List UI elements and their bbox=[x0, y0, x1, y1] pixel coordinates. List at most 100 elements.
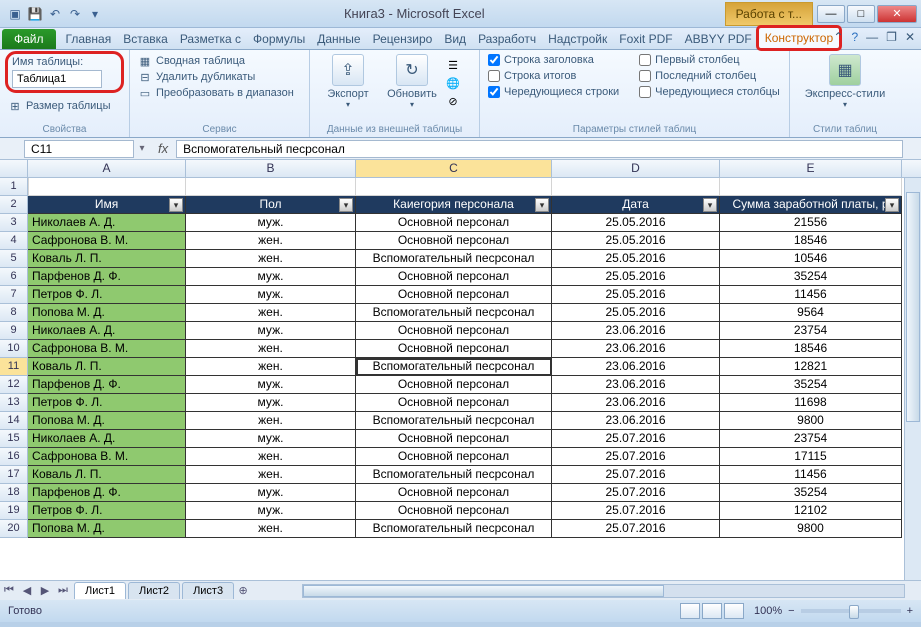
tab-Данные[interactable]: Данные bbox=[311, 29, 366, 49]
row-header-2[interactable]: 2 bbox=[0, 196, 28, 214]
zoom-in-button[interactable]: + bbox=[907, 605, 913, 617]
cell-date[interactable]: 25.05.2016 bbox=[552, 232, 720, 250]
table-header-gender[interactable]: Пол▾ bbox=[186, 196, 356, 214]
cell-gender[interactable]: жен. bbox=[186, 304, 356, 322]
cell-category[interactable]: Основной персонал bbox=[356, 340, 552, 358]
vertical-scrollbar[interactable] bbox=[904, 178, 921, 580]
tab-ABBYY PDF[interactable]: ABBYY PDF bbox=[679, 29, 758, 49]
sheet-tab-1[interactable]: Лист1 bbox=[74, 582, 126, 599]
close-button[interactable]: ✕ bbox=[877, 5, 917, 23]
cell-gender[interactable]: муж. bbox=[186, 484, 356, 502]
file-tab[interactable]: Файл bbox=[2, 29, 56, 49]
row-header-10[interactable]: 10 bbox=[0, 340, 28, 358]
cell-name[interactable]: Попова М. Д. bbox=[28, 520, 186, 538]
tab-Главная[interactable]: Главная bbox=[60, 29, 118, 49]
refresh-button[interactable]: ↻Обновить▾ bbox=[382, 54, 442, 109]
tab-Разработч[interactable]: Разработч bbox=[472, 29, 542, 49]
row-header-19[interactable]: 19 bbox=[0, 502, 28, 520]
cell-category[interactable]: Основной персонал bbox=[356, 430, 552, 448]
cell-gender[interactable]: муж. bbox=[186, 286, 356, 304]
cell-gender[interactable]: муж. bbox=[186, 376, 356, 394]
cell-date[interactable]: 23.06.2016 bbox=[552, 358, 720, 376]
filter-icon[interactable]: ▾ bbox=[169, 198, 183, 212]
cell-date[interactable]: 25.07.2016 bbox=[552, 448, 720, 466]
cell-name[interactable]: Попова М. Д. bbox=[28, 304, 186, 322]
fx-icon[interactable]: fx bbox=[158, 141, 168, 156]
cell-salary[interactable]: 21556 bbox=[720, 214, 902, 232]
row-header-13[interactable]: 13 bbox=[0, 394, 28, 412]
row-header-8[interactable]: 8 bbox=[0, 304, 28, 322]
row-header-16[interactable]: 16 bbox=[0, 448, 28, 466]
cell-date[interactable]: 25.07.2016 bbox=[552, 466, 720, 484]
cell-gender[interactable]: жен. bbox=[186, 412, 356, 430]
tab-Разметка с[interactable]: Разметка с bbox=[174, 29, 247, 49]
cell-name[interactable]: Петров Ф. Л. bbox=[28, 502, 186, 520]
total-row-checkbox[interactable]: Строка итогов bbox=[488, 70, 619, 82]
cell-salary[interactable]: 35254 bbox=[720, 376, 902, 394]
cell-gender[interactable]: муж. bbox=[186, 394, 356, 412]
save-icon[interactable]: 💾 bbox=[26, 5, 44, 23]
cell-gender[interactable]: муж. bbox=[186, 268, 356, 286]
tab-Рецензиро[interactable]: Рецензиро bbox=[367, 29, 439, 49]
unlink-icon[interactable]: ⊘ bbox=[446, 94, 460, 108]
zoom-slider[interactable] bbox=[801, 609, 901, 613]
workbook-close-icon[interactable]: ✕ bbox=[905, 30, 915, 44]
undo-icon[interactable]: ↶ bbox=[46, 5, 64, 23]
cell-name[interactable]: Парфенов Д. Ф. bbox=[28, 376, 186, 394]
cell-gender[interactable]: муж. bbox=[186, 502, 356, 520]
worksheet-grid[interactable]: A B C D E 12Имя▾Пол▾Каиегория персонала▾… bbox=[0, 160, 921, 580]
cell-salary[interactable]: 35254 bbox=[720, 484, 902, 502]
new-sheet-icon[interactable]: ⊕ bbox=[234, 584, 252, 597]
cell-gender[interactable]: жен. bbox=[186, 232, 356, 250]
row-header-18[interactable]: 18 bbox=[0, 484, 28, 502]
cell-category[interactable]: Основной персонал bbox=[356, 448, 552, 466]
filter-icon[interactable]: ▾ bbox=[535, 198, 549, 212]
cell-date[interactable]: 25.05.2016 bbox=[552, 214, 720, 232]
cell-category[interactable]: Основной персонал bbox=[356, 394, 552, 412]
cell-salary[interactable]: 9800 bbox=[720, 520, 902, 538]
sheet-nav-next-icon[interactable]: ▶ bbox=[36, 584, 54, 597]
convert-range-button[interactable]: ▭Преобразовать в диапазон bbox=[138, 86, 301, 100]
formula-bar[interactable] bbox=[176, 140, 903, 158]
minimize-ribbon-icon[interactable]: ⌃ bbox=[833, 30, 843, 44]
maximize-button[interactable]: □ bbox=[847, 5, 875, 23]
banded-rows-checkbox[interactable]: Чередующиеся строки bbox=[488, 86, 619, 98]
tab-Вставка[interactable]: Вставка bbox=[117, 29, 174, 49]
cell-gender[interactable]: жен. bbox=[186, 250, 356, 268]
cell-date[interactable]: 25.07.2016 bbox=[552, 520, 720, 538]
row-header-7[interactable]: 7 bbox=[0, 286, 28, 304]
cell-category[interactable]: Основной персонал bbox=[356, 268, 552, 286]
cell-gender[interactable]: муж. bbox=[186, 430, 356, 448]
cell-date[interactable]: 25.05.2016 bbox=[552, 286, 720, 304]
cell-salary[interactable]: 11698 bbox=[720, 394, 902, 412]
cell-salary[interactable]: 35254 bbox=[720, 268, 902, 286]
cell-date[interactable]: 25.05.2016 bbox=[552, 304, 720, 322]
cell-date[interactable]: 23.06.2016 bbox=[552, 376, 720, 394]
table-header-name[interactable]: Имя▾ bbox=[28, 196, 186, 214]
row-header-1[interactable]: 1 bbox=[0, 178, 28, 196]
cell-salary[interactable]: 12102 bbox=[720, 502, 902, 520]
cell-date[interactable]: 25.05.2016 bbox=[552, 268, 720, 286]
sheet-tab-3[interactable]: Лист3 bbox=[182, 582, 234, 599]
col-header-E[interactable]: E bbox=[720, 160, 902, 177]
cell-gender[interactable]: жен. bbox=[186, 448, 356, 466]
cell-name[interactable]: Коваль Л. П. bbox=[28, 250, 186, 268]
cell-salary[interactable]: 10546 bbox=[720, 250, 902, 268]
cell-date[interactable]: 25.07.2016 bbox=[552, 430, 720, 448]
cell-name[interactable]: Петров Ф. Л. bbox=[28, 394, 186, 412]
name-box-dropdown-icon[interactable]: ▾ bbox=[134, 143, 150, 154]
cell-date[interactable]: 23.06.2016 bbox=[552, 322, 720, 340]
minimize-button[interactable]: — bbox=[817, 5, 845, 23]
select-all-corner[interactable] bbox=[0, 160, 28, 177]
banded-cols-checkbox[interactable]: Чередующиеся столбцы bbox=[639, 86, 780, 98]
row-header-6[interactable]: 6 bbox=[0, 268, 28, 286]
cell-salary[interactable]: 18546 bbox=[720, 340, 902, 358]
properties-icon[interactable]: ☰ bbox=[446, 58, 460, 72]
row-header-3[interactable]: 3 bbox=[0, 214, 28, 232]
workbook-restore-icon[interactable]: ❐ bbox=[886, 30, 897, 44]
cell-gender[interactable]: жен. bbox=[186, 358, 356, 376]
cell-category[interactable]: Вспомогательный песрсонал bbox=[356, 520, 552, 538]
cell-category[interactable]: Вспомогательный песрсонал bbox=[356, 304, 552, 322]
cell-name[interactable]: Коваль Л. П. bbox=[28, 466, 186, 484]
cell-category[interactable]: Основной персонал bbox=[356, 232, 552, 250]
